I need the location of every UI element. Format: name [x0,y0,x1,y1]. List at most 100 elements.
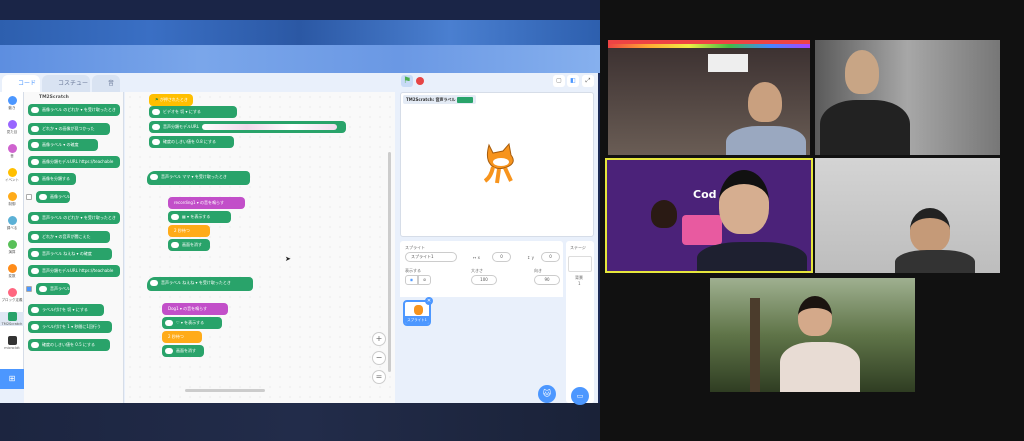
stage-thumbnail[interactable] [568,256,592,272]
category-dot-icon [7,168,17,177]
large-stage-button[interactable]: ◧ [567,75,579,87]
add-extension-button[interactable]: ⊞ [0,369,24,389]
y-label: ↕ y [527,255,534,260]
tab-sounds[interactable]: 音 [92,75,120,92]
participant-body [895,250,975,273]
zoom-out-button[interactable]: − [372,351,386,365]
show-visible-button[interactable]: ◉ [405,275,418,285]
category-5[interactable]: 調べる [0,216,24,231]
category-2[interactable]: 音 [0,144,24,159]
zoom-in-button[interactable]: + [372,332,386,346]
category-6[interactable]: 演算 [0,240,24,255]
palette-block[interactable]: 画像を分類する [28,173,76,185]
sprite-name-input[interactable]: スプライト1 [405,252,457,262]
category-3[interactable]: イベント [0,168,24,183]
monitor-checkbox[interactable] [26,194,32,200]
play-sound-block[interactable]: Dog1 ▾ の音を鳴らす [162,303,228,315]
category-9[interactable]: TM2Scratch [0,312,24,326]
show-icon-block[interactable]: ▦ ▾ を表示する [168,211,231,223]
category-1[interactable]: 見た目 [0,120,24,135]
category-8[interactable]: ブロック定義 [0,288,24,303]
participant-body [780,342,860,392]
x-input[interactable]: 0 [492,252,511,262]
palette-block[interactable]: ラベル付けを 切 ▾ にする [28,304,104,316]
flag-hat-block[interactable]: ⚑ が押されたとき [149,94,193,106]
tree-trunk [750,298,760,392]
model-url-block[interactable]: 音声分類モデルURL [149,121,346,133]
threshold-block[interactable]: 確度のしきい値を 0.8 にする [149,136,234,148]
monitor-checkbox[interactable] [26,286,32,292]
palette-block[interactable]: 画像ラベル [36,191,70,203]
video-tile-participant-3-active[interactable]: Cod [605,158,813,273]
category-label: TM2Scratch [1,322,23,326]
palette-block[interactable]: 音声ラベル ねえね ▾ の確度 [28,248,112,260]
palette-block[interactable]: 確度のしきい値を 0.5 にする [28,339,110,351]
video-tile-participant-1[interactable] [608,40,810,155]
palette-block[interactable]: 画像ラベル のどれか ▾ を受け取ったとき [28,104,120,116]
palette-block[interactable]: 画像分類モデルURL https://teachable [28,156,120,168]
block-text: 音声分類モデルURL [163,124,199,129]
mouse-cursor-icon: ➤ [285,255,291,263]
tab-code[interactable]: コード [2,75,40,92]
scratch-cat-sprite[interactable] [479,141,521,186]
blurred-url [201,124,337,130]
palette-block[interactable]: どれか ▾ の音声が聞こえた [28,231,110,243]
scrollbar[interactable] [388,152,391,372]
air-conditioner [708,54,748,72]
palette-block[interactable]: 音声ラベル [36,283,70,295]
blurred-region [0,0,600,20]
small-stage-button[interactable]: ▢ [553,75,565,87]
block-palette: TM2Scratch 画像ラベル のどれか ▾ を受け取ったとき どれか ▾ の画… [24,92,124,403]
clear-screen-block[interactable]: 画面を消す [168,239,210,251]
x-label: ↔ x [473,255,480,260]
wait-block[interactable]: 2 秒待つ [162,331,202,343]
video-tile-participant-4[interactable] [815,158,1000,273]
video-tile-participant-5[interactable] [710,278,915,392]
show-icon-block[interactable]: ♡ ▾ を表示する [162,317,222,329]
category-label: 変数 [8,274,16,278]
clear-screen-block[interactable]: 画面を消す [162,345,204,357]
variable-monitor: TM2Scratch: 音声ラベル [403,95,476,104]
scrollbar-horizontal[interactable] [185,389,265,392]
category-10[interactable]: micro:bit [0,336,24,350]
category-0[interactable]: 動き [0,96,24,111]
y-input[interactable]: 0 [541,252,560,262]
category-menu: 動き見た目音イベント制御調べる演算変数ブロック定義 TM2Scratch micro… [0,92,24,384]
participant-face [748,82,782,122]
category-dot-icon [7,144,17,153]
palette-block[interactable]: 音声ラベル のどれか ▾ を受け取ったとき [28,212,120,224]
add-backdrop-button[interactable]: ▭ [571,387,589,405]
palette-block[interactable]: 音声分類モデルURL https://teachable [28,265,120,277]
fullscreen-button[interactable]: ⤢ [582,75,594,87]
stop-button[interactable] [416,77,424,85]
palette-block[interactable]: 画像ラベル ▾ の確度 [28,139,98,151]
zoom-reset-button[interactable]: = [372,370,386,384]
category-4[interactable]: 制御 [0,192,24,207]
direction-input[interactable]: 90 [534,275,560,285]
video-block[interactable]: ビデオを 切 ▾ にする [149,106,237,118]
sound-label-hat-block[interactable]: 音声ラベル ねえね ▾ を受け取ったとき [147,277,253,291]
category-label: micro:bit [4,346,20,350]
category-label: 調べる [6,226,18,230]
wait-block[interactable]: 2 秒待つ [168,225,210,237]
green-flag-button[interactable]: ⚑ [401,75,413,87]
play-sound-block[interactable]: recording1 ▾ の音を鳴らす [168,197,245,209]
stage-selector[interactable]: ステージ 背景 1 ▭ [566,241,594,405]
sprite-label: スプライト [405,245,425,250]
category-7[interactable]: 変数 [0,264,24,279]
stage[interactable]: TM2Scratch: 音声ラベル [400,92,594,237]
tab-costumes[interactable]: コスチューム [42,75,90,104]
sound-label-hat-block[interactable]: 音声ラベル ママ ▾ を受け取ったとき [147,171,250,185]
palette-block[interactable]: ラベル付けを 1 ▾ 秒間に1回行う [28,321,112,333]
add-sprite-button[interactable]: 🐱 [538,385,556,403]
participant-face [798,296,832,336]
palette-block[interactable]: どれか ▾ の画像が見つかった [28,123,110,135]
delete-sprite-icon[interactable]: ✕ [425,297,433,305]
blurred-region [0,403,600,441]
cartoon-character [651,200,677,228]
size-input[interactable]: 100 [471,275,497,285]
video-tile-participant-2[interactable] [815,40,1000,155]
hide-button[interactable]: ⊘ [418,275,431,285]
participant-body [697,242,807,271]
category-dot-icon [7,120,17,129]
